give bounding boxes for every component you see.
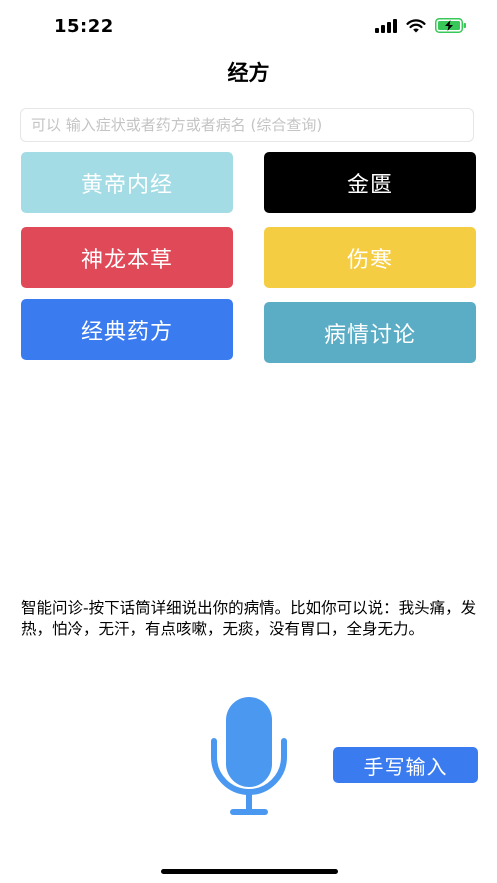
tile-classic-prescriptions[interactable]: 经典药方: [21, 299, 233, 360]
tile-huangdi-neijing[interactable]: 黄帝内经: [21, 152, 233, 213]
cellular-signal-icon: [375, 18, 397, 37]
tile-shanghan[interactable]: 伤寒: [264, 227, 476, 288]
home-indicator[interactable]: [161, 869, 338, 874]
page-title: 经方: [227, 61, 270, 85]
status-time: 15:22: [54, 16, 114, 37]
wifi-icon: [406, 18, 426, 37]
tile-shennong-bencao[interactable]: 神龙本草: [21, 227, 233, 288]
voice-consult-hint: 智能问诊-按下话筒详细说出你的病情。比如你可以说：我头痛，发热，怕冷，无汗，有点…: [21, 599, 477, 638]
tile-condition-discussion[interactable]: 病情讨论: [264, 302, 476, 363]
tile-jingui[interactable]: 金匮: [264, 152, 476, 213]
handwrite-input-button[interactable]: 手写输入: [333, 747, 478, 783]
microphone-icon: [211, 697, 287, 815]
search-input[interactable]: [20, 108, 474, 142]
battery-charging-icon: [435, 18, 467, 37]
microphone-button[interactable]: [209, 697, 289, 823]
status-icons: [375, 18, 467, 37]
status-bar: 15:22: [0, 0, 497, 50]
